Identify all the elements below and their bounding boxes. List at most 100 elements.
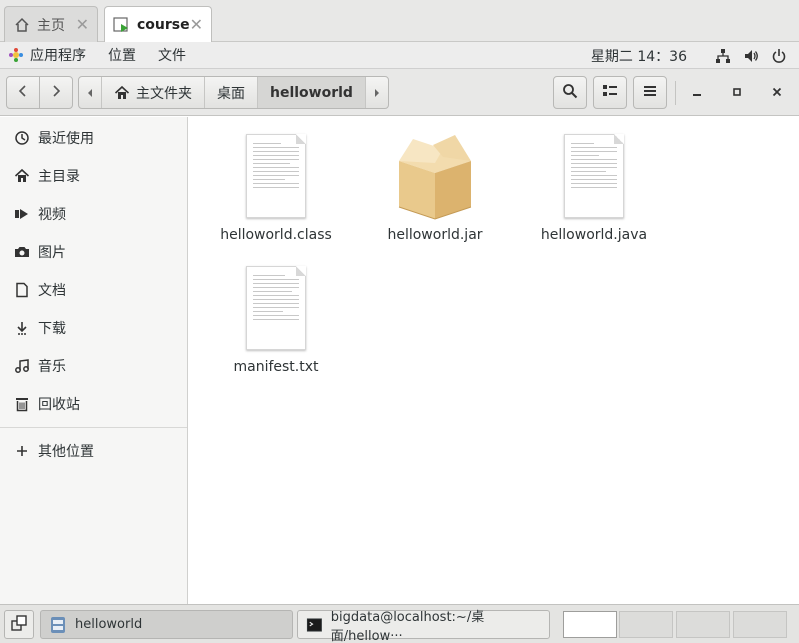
minimize-button[interactable] (681, 76, 713, 109)
workspace-2[interactable] (619, 611, 673, 638)
show-desktop-button[interactable] (4, 610, 34, 639)
list-view-icon (602, 83, 618, 103)
sidebar-item-label: 回收站 (38, 397, 80, 413)
sidebar-item-label: 下载 (38, 321, 66, 337)
home-icon (114, 85, 130, 101)
plus-icon (14, 443, 30, 459)
breadcrumb-current-label: helloworld (270, 84, 353, 101)
sidebar-item-downloads[interactable]: 下载 (0, 309, 187, 347)
file-item[interactable]: helloworld.java (529, 131, 659, 243)
text-file-icon (231, 263, 321, 353)
document-icon (14, 282, 30, 298)
terminal-play-icon (113, 16, 131, 34)
chevron-right-icon (50, 84, 62, 102)
triangle-right-icon (374, 88, 379, 97)
file-view: helloworld.class helloworld.jar hellowor… (189, 117, 799, 604)
breadcrumb-desktop[interactable]: 桌面 (205, 77, 258, 108)
tab-label: course (137, 16, 190, 33)
sidebar-item-label: 主目录 (38, 169, 80, 185)
text-file-icon (231, 131, 321, 221)
close-icon[interactable]: ✕ (76, 15, 89, 34)
menu-applications-label: 应用程序 (30, 48, 86, 64)
package-icon (390, 131, 480, 221)
sidebar-item-pictures[interactable]: 图片 (0, 233, 187, 271)
power-icon[interactable] (765, 48, 793, 64)
text-file-icon (549, 131, 639, 221)
sidebar-item-music[interactable]: 音乐 (0, 347, 187, 385)
toolbar: 主文件夹 桌面 helloworld (0, 69, 799, 116)
file-name: helloworld.class (220, 227, 332, 243)
minimize-icon (692, 85, 702, 101)
camera-icon (14, 244, 30, 260)
show-desktop-icon (11, 614, 27, 635)
tab-home[interactable]: 主页 ✕ (4, 6, 98, 42)
video-icon (14, 206, 30, 222)
sidebar-item-label: 文档 (38, 283, 66, 299)
sidebar-item-label: 最近使用 (38, 131, 94, 147)
toolbar-separator (675, 81, 676, 105)
chevron-left-icon (17, 84, 29, 102)
download-icon (14, 320, 30, 336)
network-icon[interactable] (709, 48, 737, 64)
volume-icon[interactable] (737, 48, 765, 64)
taskbar-item-label: bigdata@localhost:~/桌面/hellow··· (330, 609, 485, 643)
close-window-button[interactable] (761, 76, 793, 109)
sidebar-item-recent[interactable]: 最近使用 (0, 119, 187, 157)
home-icon (13, 16, 31, 34)
sidebar-item-label: 其他位置 (38, 444, 94, 460)
tab-label: 主页 (37, 17, 65, 34)
home-icon (14, 168, 30, 184)
breadcrumb-home-label: 主文件夹 (136, 85, 192, 102)
trash-icon (14, 396, 30, 412)
taskbar: helloworld bigdata@localhost:~/桌面/hellow… (0, 604, 799, 643)
music-icon (14, 358, 30, 374)
tab-course[interactable]: course ✕ (104, 6, 212, 42)
view-toggle-button[interactable] (593, 76, 627, 109)
menu-applications[interactable]: 应用程序 (8, 45, 86, 65)
system-tray: 星期二 14：36 (591, 42, 799, 69)
breadcrumb-desktop-label: 桌面 (217, 85, 245, 102)
clock[interactable]: 星期二 14：36 (591, 46, 687, 66)
menu-places[interactable]: 位置 (108, 45, 136, 65)
breadcrumb-home[interactable]: 主文件夹 (102, 77, 205, 108)
menu-places-label: 位置 (108, 48, 136, 64)
path-scroll-right[interactable] (366, 77, 388, 108)
triangle-left-icon (88, 88, 92, 97)
workspace-1[interactable] (563, 611, 617, 638)
file-name: manifest.txt (233, 359, 319, 375)
taskbar-item-label: helloworld (75, 617, 143, 632)
file-manager-icon (51, 616, 65, 633)
hamburger-icon (643, 84, 657, 102)
sidebar-item-home[interactable]: 主目录 (0, 157, 187, 195)
tab-bar: 主页 ✕ course ✕ (0, 0, 799, 42)
search-icon (562, 83, 578, 103)
maximize-button[interactable] (721, 76, 753, 109)
menu-file-label: 文件 (158, 48, 186, 64)
sidebar-item-documents[interactable]: 文档 (0, 271, 187, 309)
sidebar-item-trash[interactable]: 回收站 (0, 385, 187, 423)
breadcrumb: 主文件夹 桌面 helloworld (78, 76, 389, 109)
menu-button[interactable] (633, 76, 667, 109)
sidebar-item-videos[interactable]: 视频 (0, 195, 187, 233)
sidebar-item-other-locations[interactable]: 其他位置 (0, 432, 187, 470)
sidebar-item-label: 图片 (38, 245, 66, 261)
path-scroll-left[interactable] (79, 77, 102, 108)
file-item[interactable]: helloworld.jar (370, 131, 500, 243)
file-name: helloworld.java (540, 227, 648, 243)
file-name: helloworld.jar (387, 227, 483, 243)
terminal-icon (306, 617, 322, 632)
file-item[interactable]: manifest.txt (211, 263, 341, 375)
breadcrumb-current[interactable]: helloworld (258, 77, 366, 108)
taskbar-item-helloworld[interactable]: helloworld (40, 610, 293, 639)
search-button[interactable] (553, 76, 587, 109)
file-item[interactable]: helloworld.class (211, 131, 341, 243)
workspace-4[interactable] (733, 611, 787, 638)
taskbar-item-terminal[interactable]: bigdata@localhost:~/桌面/hellow··· (297, 610, 550, 643)
back-button[interactable] (6, 76, 40, 109)
gnome-apps-icon (8, 47, 24, 63)
forward-button[interactable] (39, 76, 73, 109)
menu-file[interactable]: 文件 (158, 45, 186, 65)
workspace-3[interactable] (676, 611, 730, 638)
sidebar: 最近使用 主目录 视频 图片 文档 下载 音乐 回收站 其他位置 (0, 117, 188, 604)
close-icon[interactable]: ✕ (190, 15, 203, 34)
